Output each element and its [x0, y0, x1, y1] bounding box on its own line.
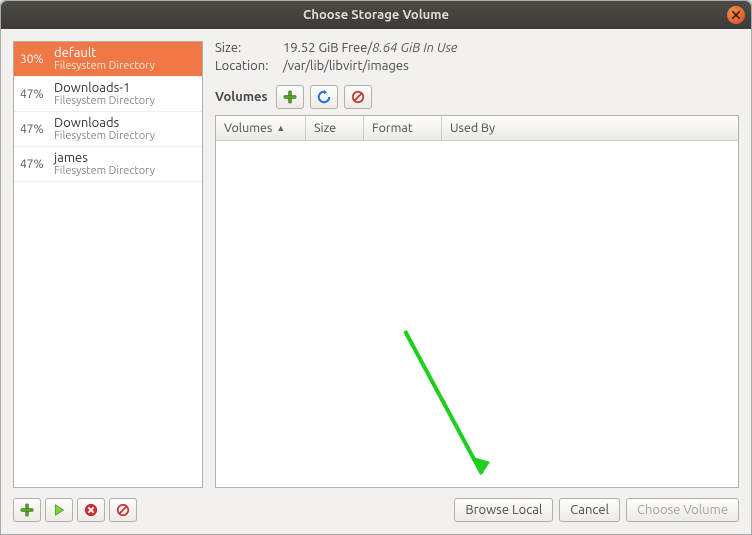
- column-header-used-by[interactable]: Used By: [442, 116, 738, 140]
- pool-name: Downloads: [54, 116, 155, 130]
- column-header-size[interactable]: Size: [306, 116, 364, 140]
- close-icon: [732, 11, 740, 19]
- details-pane: Size: 19.52 GiB Free / 8.64 GiB In Use L…: [215, 41, 739, 488]
- size-free-value: 19.52 GiB Free: [283, 41, 367, 55]
- dialog-body: 30% default Filesystem Directory 47% Dow…: [1, 29, 751, 534]
- pool-name: default: [54, 46, 155, 60]
- pool-actions: [13, 498, 137, 522]
- size-label: Size:: [215, 41, 283, 55]
- pool-name: Downloads-1: [54, 81, 155, 95]
- plus-icon: [283, 90, 297, 104]
- stop-pool-button[interactable]: [77, 498, 105, 522]
- pool-usage-pct: 47%: [20, 123, 54, 136]
- dialog-footer: Browse Local Cancel Choose Volume: [13, 498, 739, 522]
- stop-icon: [84, 503, 98, 517]
- add-volume-button[interactable]: [276, 85, 304, 109]
- main-area: 30% default Filesystem Directory 47% Dow…: [13, 41, 739, 488]
- pool-usage-pct: 47%: [20, 158, 54, 171]
- titlebar: Choose Storage Volume: [1, 1, 751, 29]
- pool-item-downloads[interactable]: 47% Downloads Filesystem Directory: [14, 112, 202, 147]
- play-icon: [52, 503, 66, 517]
- location-row: Location: /var/lib/libvirt/images: [215, 59, 739, 73]
- pool-item-default[interactable]: 30% default Filesystem Directory: [14, 42, 202, 77]
- pool-type: Filesystem Directory: [54, 165, 155, 177]
- forbidden-icon: [351, 90, 365, 104]
- pool-usage-pct: 30%: [20, 53, 54, 66]
- volumes-table: Volumes ▲ Size Format Used By: [215, 115, 739, 488]
- volumes-table-header: Volumes ▲ Size Format Used By: [216, 116, 738, 141]
- add-pool-button[interactable]: [13, 498, 41, 522]
- pool-item-james[interactable]: 47% james Filesystem Directory: [14, 147, 202, 182]
- refresh-volumes-button[interactable]: [310, 85, 338, 109]
- volumes-label: Volumes: [215, 90, 268, 104]
- location-value: /var/lib/libvirt/images: [283, 59, 409, 73]
- sort-ascending-icon: ▲: [276, 123, 285, 133]
- size-used-value: 8.64 GiB In Use: [372, 41, 457, 55]
- choose-volume-button[interactable]: Choose Volume: [626, 498, 739, 522]
- column-header-volumes[interactable]: Volumes ▲: [216, 116, 306, 140]
- volumes-table-body[interactable]: [216, 141, 738, 487]
- plus-icon: [20, 503, 34, 517]
- storage-pool-sidebar: 30% default Filesystem Directory 47% Dow…: [13, 41, 203, 488]
- delete-volume-button[interactable]: [344, 85, 372, 109]
- column-header-format[interactable]: Format: [364, 116, 442, 140]
- window-close-button[interactable]: [727, 6, 745, 24]
- start-pool-button[interactable]: [45, 498, 73, 522]
- refresh-icon: [317, 90, 331, 104]
- volumes-toolbar: Volumes: [215, 85, 739, 109]
- dialog-window: Choose Storage Volume 30% default Filesy…: [0, 0, 752, 535]
- delete-pool-button[interactable]: [109, 498, 137, 522]
- pool-type: Filesystem Directory: [54, 130, 155, 142]
- browse-local-button[interactable]: Browse Local: [454, 498, 553, 522]
- dialog-actions: Browse Local Cancel Choose Volume: [454, 498, 739, 522]
- location-label: Location:: [215, 59, 283, 73]
- pool-item-downloads-1[interactable]: 47% Downloads-1 Filesystem Directory: [14, 77, 202, 112]
- forbidden-icon: [116, 503, 130, 517]
- pool-name: james: [54, 151, 155, 165]
- pool-usage-pct: 47%: [20, 88, 54, 101]
- pool-type: Filesystem Directory: [54, 60, 155, 72]
- annotation-arrow: [400, 326, 510, 496]
- storage-pool-list[interactable]: 30% default Filesystem Directory 47% Dow…: [14, 42, 202, 487]
- size-row: Size: 19.52 GiB Free / 8.64 GiB In Use: [215, 41, 739, 55]
- cancel-button[interactable]: Cancel: [559, 498, 620, 522]
- pool-type: Filesystem Directory: [54, 95, 155, 107]
- window-title: Choose Storage Volume: [303, 8, 449, 22]
